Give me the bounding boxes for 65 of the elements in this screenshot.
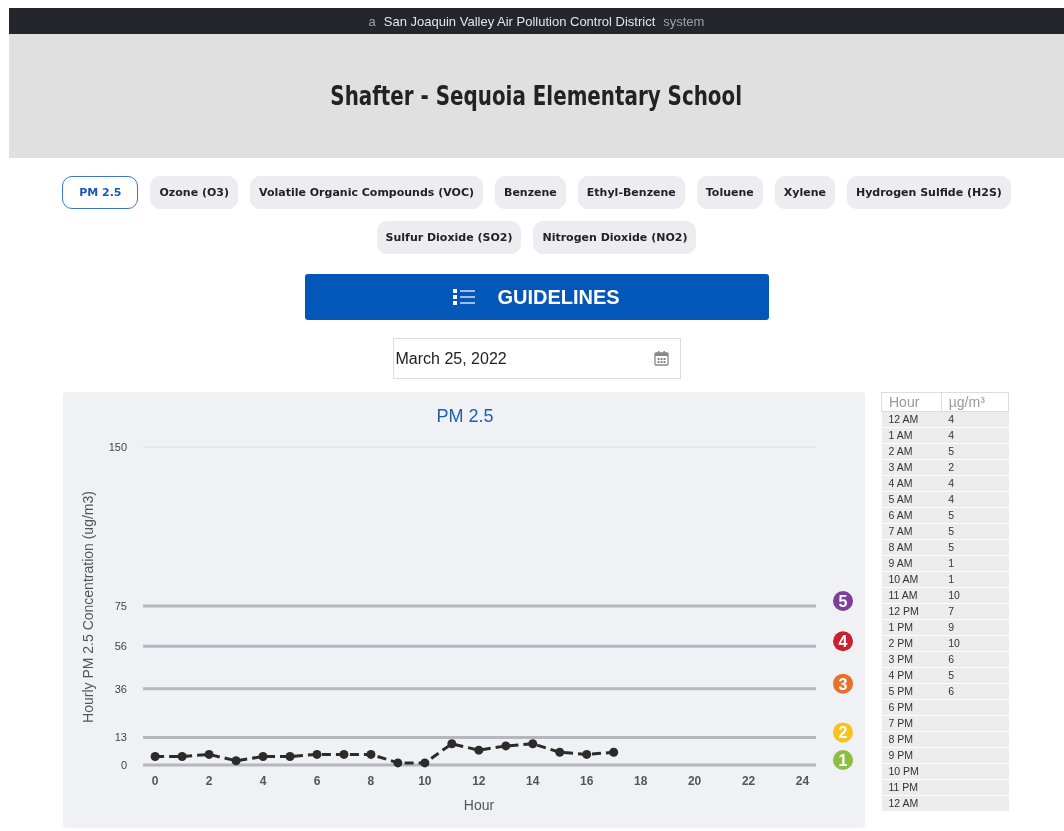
y-axis-label: Hourly PM 2.5 Concentration (ug/m3) bbox=[80, 491, 96, 723]
x-tick-label: 6 bbox=[313, 774, 321, 788]
list-icon bbox=[453, 288, 476, 306]
level-badge: 2 bbox=[833, 722, 853, 743]
level-badge: 1 bbox=[833, 750, 853, 770]
column-header: Hour bbox=[881, 392, 942, 412]
pollutant-tab[interactable]: Volatile Organic Compounds (VOC) bbox=[250, 176, 483, 209]
data-point bbox=[609, 747, 619, 757]
level-badge: 5 bbox=[833, 591, 853, 611]
pollutant-tab[interactable]: Toluene bbox=[696, 176, 763, 209]
y-tick-label: 0 bbox=[120, 759, 127, 771]
x-tick-label: 10 bbox=[418, 774, 432, 788]
y-tick-label: 150 bbox=[108, 441, 127, 453]
y-tick-label: 36 bbox=[114, 682, 127, 695]
data-point bbox=[447, 739, 457, 749]
x-tick-label: 18 bbox=[634, 774, 648, 788]
pollutant-tab[interactable]: Benzene bbox=[495, 176, 566, 209]
data-point bbox=[231, 756, 241, 766]
data-point bbox=[258, 752, 268, 761]
chart-title: PM 2.5 bbox=[436, 406, 494, 426]
x-tick-label: 0 bbox=[151, 774, 159, 788]
prefix-text: a bbox=[368, 13, 376, 29]
page-title: Shafter - Sequoia Elementary School bbox=[330, 81, 743, 111]
data-point bbox=[366, 749, 376, 759]
y-tick-label: 56 bbox=[114, 640, 127, 653]
pollutant-tab[interactable]: Ozone (O3) bbox=[150, 176, 238, 209]
x-axis-label: Hour bbox=[463, 797, 495, 813]
agency-name: San Joaquin Valley Air Pollution Control District bbox=[383, 13, 656, 29]
pollutant-tab[interactable]: Hydrogen Sulfide (H2S) bbox=[846, 176, 1011, 209]
data-point bbox=[204, 749, 214, 759]
data-point bbox=[528, 739, 538, 749]
x-tick-label: 12 bbox=[472, 774, 486, 788]
data-point bbox=[474, 745, 484, 755]
data-point bbox=[501, 741, 511, 751]
data-point bbox=[177, 752, 187, 761]
pollutant-tab[interactable]: Xylene bbox=[774, 176, 835, 209]
level-badge: 4 bbox=[833, 631, 853, 652]
x-tick-label: 2 bbox=[205, 774, 213, 788]
suffix-text: system bbox=[663, 13, 705, 29]
data-point bbox=[420, 758, 430, 768]
data-point bbox=[339, 749, 349, 759]
y-tick-label: 13 bbox=[114, 731, 127, 744]
data-point bbox=[150, 752, 160, 761]
pollutant-tab[interactable]: Nitrogen Dioxide (NO2) bbox=[533, 221, 697, 254]
data-point bbox=[393, 758, 403, 768]
x-tick-label: 20 bbox=[687, 774, 702, 788]
data-point bbox=[285, 752, 295, 761]
data-point bbox=[312, 749, 322, 759]
x-tick-label: 4 bbox=[259, 774, 267, 788]
data-point bbox=[582, 749, 592, 759]
x-tick-label: 8 bbox=[367, 774, 375, 788]
calendar-icon bbox=[653, 350, 669, 366]
y-tick-label: 75 bbox=[114, 600, 127, 612]
level-badge: 3 bbox=[833, 673, 853, 694]
x-tick-label: 22 bbox=[741, 774, 756, 788]
pollutant-tab[interactable]: Sulfur Dioxide (SO2) bbox=[376, 221, 522, 254]
column-header: µg/m³ bbox=[941, 392, 1009, 412]
date-field[interactable]: March 25, 2022 bbox=[392, 338, 681, 379]
guidelines-button[interactable]: GUIDELINES bbox=[304, 274, 769, 320]
pollutant-tab[interactable]: PM 2.5 bbox=[62, 176, 139, 209]
pollutant-tab[interactable]: Ethyl-Benzene bbox=[577, 176, 685, 209]
data-point bbox=[555, 747, 565, 757]
x-tick-label: 14 bbox=[526, 774, 540, 788]
x-tick-label: 16 bbox=[580, 774, 594, 788]
x-tick-label: 24 bbox=[795, 774, 810, 788]
